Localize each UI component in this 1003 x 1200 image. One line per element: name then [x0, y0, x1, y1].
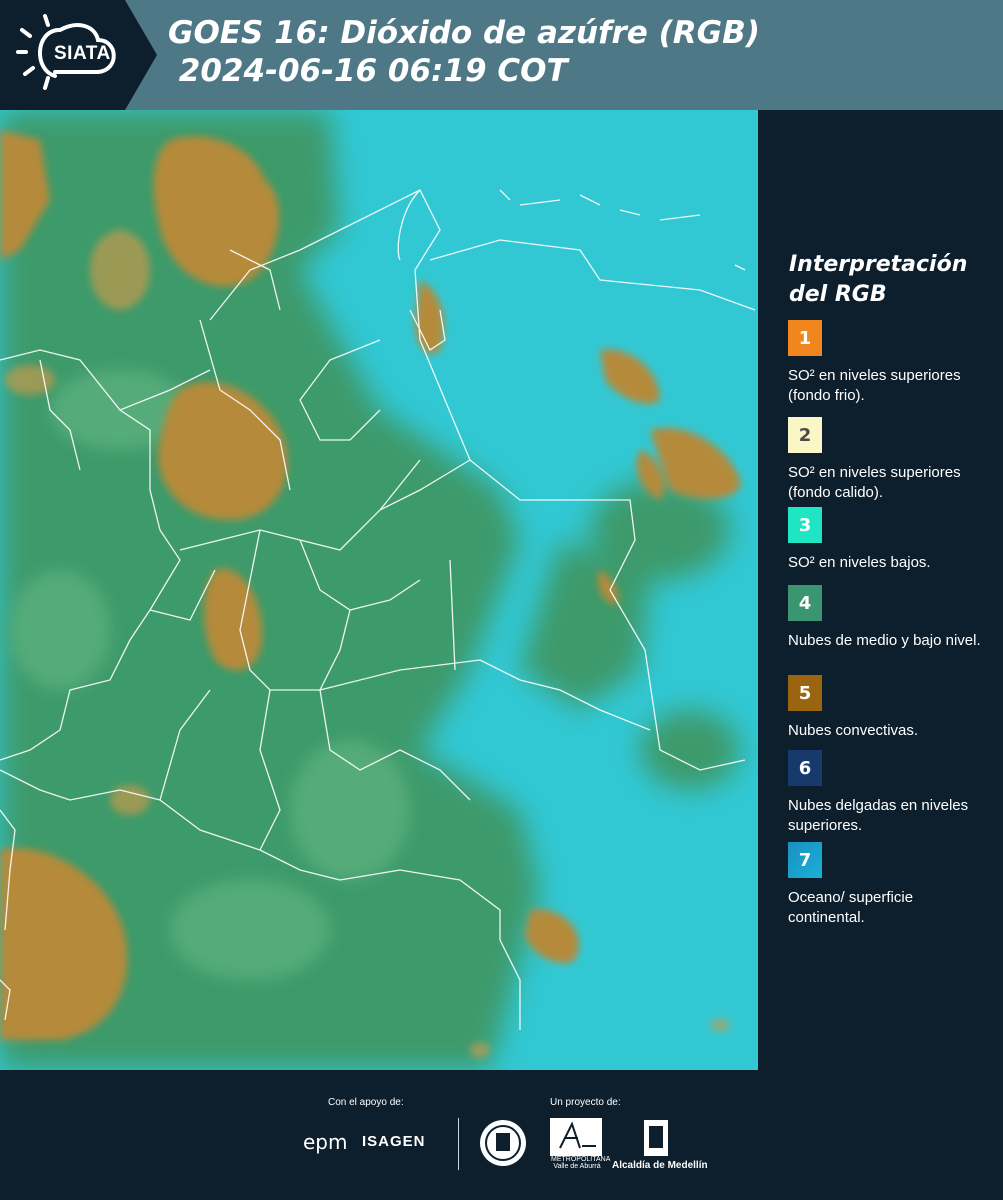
legend-label-5: Nubes convectivas. — [788, 722, 919, 739]
legend-item-2: 2 SO² en niveles superiores (fondo calid… — [788, 417, 988, 503]
legend-number-5: 5 — [798, 682, 812, 704]
legend-swatch-5: 5 — [788, 675, 822, 711]
legend-label-1: SO² en niveles superiores (fondo frio). — [788, 367, 961, 404]
footer-divider — [458, 1118, 459, 1170]
legend-label-3: SO² en niveles bajos. — [788, 554, 931, 571]
legend-label-2: SO² en niveles superiores (fondo calido)… — [788, 464, 961, 501]
epm-logo: epm — [303, 1130, 348, 1154]
satellite-image — [0, 110, 758, 1070]
legend-swatch-6: 6 — [788, 750, 822, 786]
satellite-map[interactable] — [0, 110, 758, 1070]
legend-number-6: 6 — [798, 757, 812, 779]
legend-swatch-4: 4 — [788, 585, 822, 621]
medellin-seal-icon — [480, 1120, 526, 1166]
header-bar: SIATA GOES 16: Dióxido de azúfre (RGB) 2… — [0, 0, 1003, 110]
legend-number-4: 4 — [798, 592, 812, 614]
legend-number-3: 3 — [798, 514, 812, 536]
legend-swatch-7: 7 — [788, 842, 822, 878]
area-metropolitana-logo-icon — [550, 1118, 602, 1156]
legend-item-1: 1 SO² en niveles superiores (fondo frio)… — [788, 320, 988, 406]
legend-label-4: Nubes de medio y bajo nivel. — [788, 632, 981, 649]
support-label: Con el apoyo de: — [328, 1097, 404, 1108]
alcaldia-shield-icon — [644, 1120, 668, 1156]
legend-label-7: Oceano/ superficie continental. — [788, 889, 914, 926]
logo-text: SIATA — [54, 43, 111, 64]
footer: Con el apoyo de: Un proyecto de: epm ISA… — [0, 1070, 1003, 1200]
legend-label-6: Nubes delgadas en niveles superiores. — [788, 797, 969, 834]
siata-logo[interactable]: SIATA — [0, 0, 157, 110]
alcaldia-text: Alcaldía de Medellín — [612, 1160, 708, 1171]
legend-item-7: 7 Oceano/ superficie continental. — [788, 842, 988, 928]
legend: Interpretación del RGB 1 SO² en niveles … — [776, 250, 996, 926]
legend-number-1: 1 — [798, 327, 812, 349]
project-label: Un proyecto de: — [550, 1097, 621, 1108]
legend-title: Interpretación del RGB — [789, 252, 968, 307]
area-metropolitana-text: METROPOLITANA Valle de Aburrá — [551, 1156, 611, 1170]
legend-number-7: 7 — [798, 849, 812, 871]
isagen-logo: ISAGEN — [362, 1133, 426, 1150]
legend-item-3: 3 SO² en niveles bajos. — [788, 507, 988, 573]
legend-swatch-2: 2 — [788, 417, 822, 453]
legend-item-5: 5 Nubes convectivas. — [788, 675, 988, 741]
legend-item-4: 4 Nubes de medio y bajo nivel. — [788, 585, 988, 651]
legend-swatch-1: 1 — [788, 320, 822, 356]
legend-number-2: 2 — [798, 424, 812, 446]
legend-swatch-3: 3 — [788, 507, 822, 543]
legend-item-6: 6 Nubes delgadas en niveles superiores. — [788, 750, 988, 836]
page-title: GOES 16: Dióxido de azúfre (RGB) 2024-06… — [168, 15, 760, 89]
